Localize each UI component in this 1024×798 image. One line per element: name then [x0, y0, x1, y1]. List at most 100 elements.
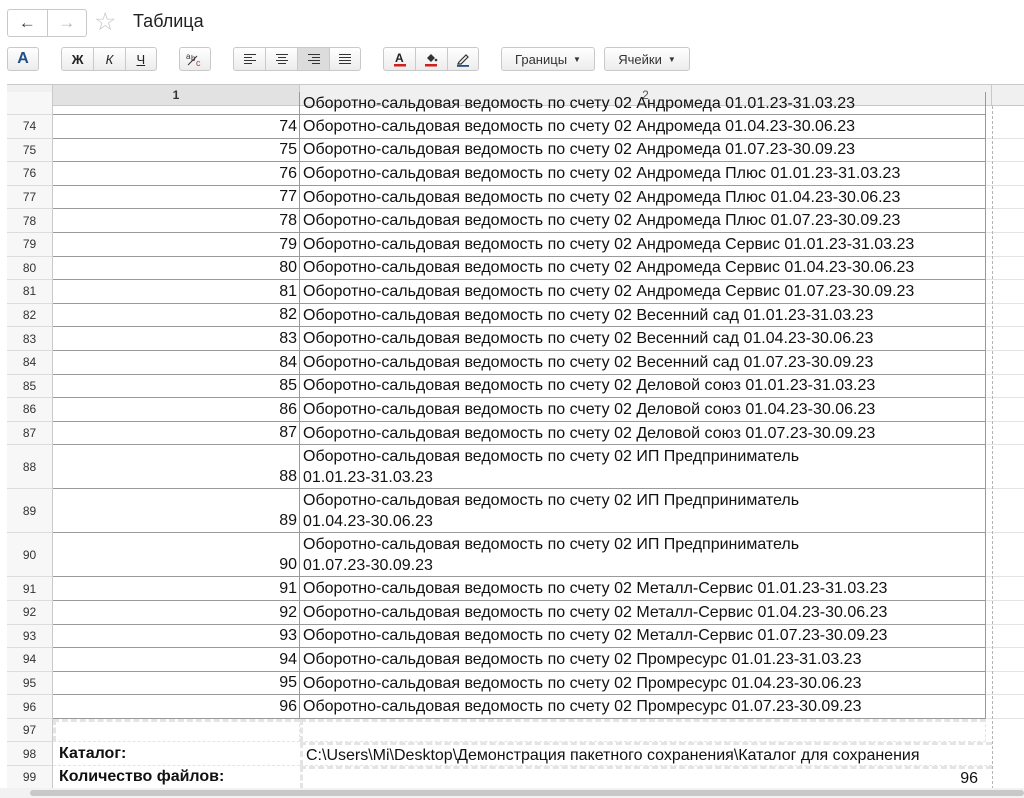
scrollbar-thumb[interactable] [30, 790, 1024, 796]
table-cell-text[interactable]: Оборотно-сальдовая ведомость по счету 02… [300, 327, 986, 351]
row-number[interactable]: 95 [7, 671, 53, 696]
table-cell-text[interactable]: Оборотно-сальдовая ведомость по счету 02… [300, 209, 986, 233]
row-number[interactable]: 97 [7, 719, 53, 742]
table-cell-text[interactable]: Оборотно-сальдовая ведомость по счету 02… [300, 601, 986, 625]
forward-arrow-icon[interactable]: → [48, 10, 87, 36]
row-number[interactable]: 78 [7, 209, 53, 233]
row-number[interactable]: 98 [7, 742, 53, 766]
table-cell-number[interactable]: 82 [53, 303, 300, 328]
row-number[interactable]: 75 [7, 138, 53, 163]
row-number[interactable]: 79 [7, 233, 53, 257]
table-cell-text[interactable]: Оборотно-сальдовая ведомость по счету 02… [300, 233, 986, 257]
table-cell-text[interactable]: Оборотно-сальдовая ведомость по счету 02… [300, 303, 986, 328]
table-cell-text[interactable]: Оборотно-сальдовая ведомость по счету 02… [300, 374, 986, 399]
row-number[interactable]: 99 [7, 766, 53, 789]
table-cell-number[interactable]: 75 [53, 138, 300, 163]
row-number[interactable]: 83 [7, 327, 53, 351]
table-cell-number[interactable]: 89 [53, 489, 300, 534]
row-number[interactable]: 90 [7, 533, 53, 578]
table-cell-text[interactable]: Оборотно-сальдовая ведомость по счету 02… [300, 185, 986, 210]
table-cell-number[interactable]: 85 [53, 374, 300, 399]
align-right-icon[interactable] [298, 48, 330, 70]
table-cell-number[interactable]: 78 [53, 209, 300, 233]
table-cell-text[interactable]: Оборотно-сальдовая ведомость по счету 02… [300, 115, 986, 139]
table-cell-number[interactable]: 94 [53, 648, 300, 672]
table-cell-number[interactable]: 86 [53, 398, 300, 422]
borders-dropdown[interactable]: Границы ▼ [501, 47, 595, 71]
underline-button[interactable]: Ч [126, 48, 156, 70]
row-number[interactable]: 96 [7, 695, 53, 719]
table-cell-number[interactable]: 88 [53, 445, 300, 490]
table-cell-text[interactable]: Оборотно-сальдовая ведомость по счету 02… [300, 489, 986, 534]
table-cell-number[interactable]: 92 [53, 601, 300, 625]
catalog-path[interactable]: C:\Users\Mi\Desktop\Демонстрация пакетно… [300, 742, 992, 766]
text-color-icon[interactable]: A [384, 48, 417, 70]
row-number[interactable] [7, 92, 53, 115]
table-cell-number[interactable] [53, 92, 300, 115]
border-color-icon[interactable] [448, 48, 478, 70]
table-row: 86 86 Оборотно-сальдовая ведомость по счет… [7, 398, 1024, 422]
horizontal-scrollbar[interactable] [0, 788, 1024, 798]
row-number[interactable]: 76 [7, 162, 53, 186]
align-left-icon[interactable] [234, 48, 267, 70]
font-button[interactable]: A [7, 47, 39, 71]
table-cell-number[interactable]: 91 [53, 577, 300, 601]
row-number[interactable]: 82 [7, 303, 53, 328]
table-cell-text[interactable]: Оборотно-сальдовая ведомость по счету 02… [300, 671, 986, 696]
table-cell-number[interactable]: 84 [53, 351, 300, 375]
table-cell-number[interactable]: 83 [53, 327, 300, 351]
table-cell-number[interactable]: 87 [53, 421, 300, 446]
row-number[interactable]: 77 [7, 185, 53, 210]
table-cell-number[interactable]: 76 [53, 162, 300, 186]
table-cell-text[interactable]: Оборотно-сальдовая ведомость по счету 02… [300, 92, 986, 115]
align-justify-icon[interactable] [330, 48, 360, 70]
table-cell-text[interactable]: Оборотно-сальдовая ведомость по счету 02… [300, 445, 986, 490]
table-cell-empty[interactable] [300, 719, 986, 742]
table-cell-number[interactable]: 96 [53, 695, 300, 719]
row-number[interactable]: 89 [7, 489, 53, 534]
table-cell-number[interactable]: 74 [53, 115, 300, 139]
table-cell-text[interactable]: Оборотно-сальдовая ведомость по счету 02… [300, 138, 986, 163]
table-cell-number[interactable]: 77 [53, 185, 300, 210]
table-cell-number[interactable]: 80 [53, 256, 300, 281]
table-cell-number[interactable]: 90 [53, 533, 300, 578]
table-cell-text[interactable]: Оборотно-сальдовая ведомость по счету 02… [300, 162, 986, 186]
row-number[interactable]: 87 [7, 421, 53, 446]
file-count-value[interactable]: 96 [300, 766, 992, 789]
favorite-star-icon[interactable]: ☆ [94, 7, 116, 37]
align-center-icon[interactable] [266, 48, 299, 70]
table-cell-text[interactable]: Оборотно-сальдовая ведомость по счету 02… [300, 280, 986, 304]
table-cell-empty[interactable] [53, 719, 300, 742]
cells-dropdown[interactable]: Ячейки ▼ [604, 47, 690, 71]
table-cell-text[interactable]: Оборотно-сальдовая ведомость по счету 02… [300, 256, 986, 281]
table-cell-text[interactable]: Оборотно-сальдовая ведомость по счету 02… [300, 577, 986, 601]
fill-color-icon[interactable] [416, 48, 448, 70]
table-cell-text[interactable]: Оборотно-сальдовая ведомость по счету 02… [300, 648, 986, 672]
table-cell-text[interactable]: Оборотно-сальдовая ведомость по счету 02… [300, 421, 986, 446]
row-number[interactable]: 94 [7, 648, 53, 672]
spreadsheet[interactable]: 1 2 Оборотно-сальдовая ведомость по счет… [7, 84, 1024, 789]
table-cell-text[interactable]: Оборотно-сальдовая ведомость по счету 02… [300, 533, 986, 578]
row-number[interactable]: 80 [7, 256, 53, 281]
table-cell-text[interactable]: Оборотно-сальдовая ведомость по счету 02… [300, 624, 986, 649]
table-cell-text[interactable]: Оборотно-сальдовая ведомость по счету 02… [300, 351, 986, 375]
row-number[interactable]: 91 [7, 577, 53, 601]
row-number[interactable]: 84 [7, 351, 53, 375]
table-cell-text[interactable]: Оборотно-сальдовая ведомость по счету 02… [300, 398, 986, 422]
back-arrow-icon[interactable]: ← [8, 10, 48, 36]
row-number[interactable]: 85 [7, 374, 53, 399]
spellcheck-button[interactable]: a b c [179, 47, 211, 71]
bold-button[interactable]: Ж [62, 48, 95, 70]
row-number[interactable]: 74 [7, 115, 53, 139]
row-number[interactable]: 92 [7, 601, 53, 625]
table-cell-number[interactable]: 93 [53, 624, 300, 649]
row-number[interactable]: 93 [7, 624, 53, 649]
row-number[interactable]: 86 [7, 398, 53, 422]
row-number[interactable]: 81 [7, 280, 53, 304]
table-cell-number[interactable]: 81 [53, 280, 300, 304]
italic-button[interactable]: К [94, 48, 126, 70]
table-cell-number[interactable]: 95 [53, 671, 300, 696]
row-number[interactable]: 88 [7, 445, 53, 490]
table-cell-text[interactable]: Оборотно-сальдовая ведомость по счету 02… [300, 695, 986, 719]
table-cell-number[interactable]: 79 [53, 233, 300, 257]
